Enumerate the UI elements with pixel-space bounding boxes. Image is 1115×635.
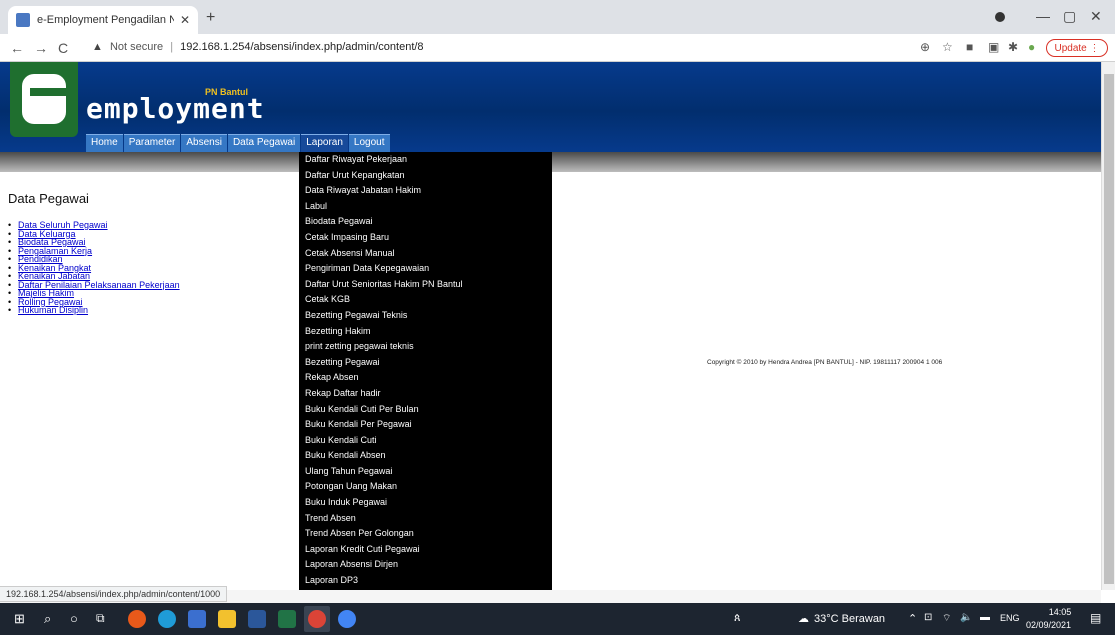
tray-chevron-icon[interactable]: ⌃ [908, 612, 917, 625]
dropdown-item[interactable]: Pengiriman Data Kepegawaian [299, 261, 552, 277]
menu-absensi[interactable]: Absensi [181, 134, 227, 152]
puzzle-icon[interactable]: ✱ [1008, 40, 1018, 54]
new-tab-icon[interactable]: + [206, 9, 215, 27]
dropdown-item[interactable]: Trend Absen [299, 511, 552, 527]
window-close-icon[interactable]: ✕ [1090, 8, 1102, 25]
language-indicator[interactable]: ENG [1000, 613, 1020, 623]
menu-home[interactable]: Home [86, 134, 123, 152]
volume-icon[interactable]: 🔈 [960, 612, 972, 623]
warning-icon: ▲ [92, 41, 103, 53]
main-menu: Home Parameter Absensi Data Pegawai Lapo… [86, 134, 391, 152]
dropdown-item[interactable]: Laporan Absensi Dirjen [299, 557, 552, 573]
logo-e-icon [22, 74, 66, 124]
update-button[interactable]: Update ⋮ [1046, 39, 1108, 57]
cortana-icon[interactable]: ○ [70, 611, 78, 626]
word-icon[interactable] [248, 610, 266, 628]
list-item[interactable]: Hukuman Disiplin [8, 306, 180, 315]
excel-icon[interactable] [278, 610, 296, 628]
dropdown-item[interactable]: Laporan DP3 [299, 573, 552, 589]
back-icon[interactable]: ← [10, 40, 24, 56]
maximize-icon[interactable]: ▢ [1063, 8, 1076, 25]
media-icon[interactable]: ▣ [988, 40, 999, 54]
url-separator: | [170, 41, 174, 53]
laporan-dropdown: Daftar Riwayat Pekerjaan Daftar Urut Kep… [299, 152, 552, 592]
weather-icon[interactable]: ☁ [798, 612, 809, 625]
file-explorer-icon[interactable] [218, 610, 236, 628]
dropdown-item[interactable]: Labul [299, 199, 552, 215]
clock-date[interactable]: 02/09/2021 [1026, 620, 1071, 630]
clock-time[interactable]: 14:05 [1040, 607, 1080, 617]
dropdown-item[interactable]: Daftar Urut Senioritas Hakim PN Bantul [299, 277, 552, 293]
chrome-alt-icon[interactable] [338, 610, 356, 628]
reload-icon[interactable]: C [58, 40, 68, 56]
battery-icon[interactable]: ▬ [980, 612, 990, 623]
task-view-icon[interactable]: ⧉ [96, 611, 105, 626]
zoom-icon[interactable]: ⊕ [920, 40, 930, 54]
brand-subtitle: PN Bantul [205, 87, 249, 97]
dropdown-item[interactable]: Biodata Pegawai [299, 214, 552, 230]
dropdown-item[interactable]: print zetting pegawai teknis [299, 339, 552, 355]
menu-parameter[interactable]: Parameter [123, 134, 181, 152]
tray-app-icon[interactable]: ⊡ [924, 612, 932, 623]
dropdown-item[interactable]: Bezetting Hakim [299, 324, 552, 340]
menu-data-pegawai[interactable]: Data Pegawai [227, 134, 301, 152]
network-icon[interactable]: ⌔ [942, 612, 951, 625]
dropdown-item[interactable]: Buku Kendali Cuti [299, 433, 552, 449]
browser-toolbar: ← → C ▲ Not secure | 192.168.1.254/absen… [0, 34, 1115, 62]
store-icon[interactable] [188, 610, 206, 628]
security-label: Not secure [109, 41, 164, 53]
dropdown-item[interactable]: Data Riwayat Jabatan Hakim [299, 183, 552, 199]
dropdown-item[interactable]: Potongan Uang Makan [299, 479, 552, 495]
update-label: Update [1054, 42, 1087, 54]
dropdown-item[interactable]: Ulang Tahun Pegawai [299, 464, 552, 480]
search-icon[interactable]: ⌕ [44, 611, 51, 627]
minimize-icon[interactable]: — [1036, 8, 1050, 24]
profile-icon[interactable] [995, 12, 1005, 22]
dropdown-item[interactable]: Buku Kendali Per Pegawai [299, 417, 552, 433]
dropdown-item[interactable]: Buku Kendali Absen [299, 448, 552, 464]
scrollbar-thumb[interactable] [1104, 74, 1114, 584]
page-title: Data Pegawai [8, 191, 89, 206]
edge-icon[interactable] [158, 610, 176, 628]
status-url: 192.168.1.254/absensi/index.php/admin/co… [0, 586, 228, 602]
windows-taskbar: ⊞ ⌕ ○ ⧉ ጰ ☁ 33°C Berawan ⌃ ⊡ ⌔ 🔈 ▬ ENG 1… [0, 603, 1115, 635]
site-favicon-icon [16, 13, 30, 27]
tab-title: e-Employment Pengadilan Negeri [37, 14, 174, 26]
dropdown-item[interactable]: Cetak KGB [299, 292, 552, 308]
dropdown-item[interactable]: Buku Kendali Cuti Per Bulan [299, 402, 552, 418]
url-text: 192.168.1.254/absensi/index.php/admin/co… [180, 41, 424, 53]
screen: e-Employment Pengadilan Negeri ✕ + — ▢ ✕… [0, 0, 1115, 635]
firefox-icon[interactable] [128, 610, 146, 628]
account-icon[interactable]: ● [1028, 40, 1035, 54]
forward-icon[interactable]: → [34, 40, 48, 56]
dropdown-item[interactable]: Rekap Absen [299, 370, 552, 386]
windows-start-icon[interactable]: ⊞ [14, 611, 25, 627]
extension-icon[interactable]: ■ [966, 40, 973, 54]
people-icon[interactable]: ጰ [734, 612, 741, 625]
browser-tab[interactable]: e-Employment Pengadilan Negeri ✕ [8, 6, 198, 34]
data-pegawai-list: Data Seluruh Pegawai Data Keluarga Bioda… [8, 221, 180, 315]
close-tab-icon[interactable]: ✕ [180, 13, 190, 27]
chrome-icon[interactable] [308, 610, 326, 628]
dropdown-item[interactable]: Buku Induk Pegawai [299, 495, 552, 511]
dropdown-item[interactable]: Laporan Kredit Cuti Pegawai [299, 542, 552, 558]
vertical-scrollbar[interactable] [1101, 62, 1115, 590]
bookmark-star-icon[interactable]: ☆ [942, 40, 953, 54]
dropdown-item[interactable]: Daftar Urut Kepangkatan [299, 168, 552, 184]
menu-laporan[interactable]: Laporan [301, 134, 348, 152]
notification-icon[interactable]: ▤ [1090, 611, 1101, 625]
dropdown-item[interactable]: Rekap Daftar hadir [299, 386, 552, 402]
dropdown-item[interactable]: Bezetting Pegawai [299, 355, 552, 371]
browser-tabbar: e-Employment Pengadilan Negeri ✕ + — ▢ ✕ [0, 0, 1115, 34]
dropdown-item[interactable]: Cetak Impasing Baru [299, 230, 552, 246]
dropdown-item[interactable]: Daftar Riwayat Pekerjaan [299, 152, 552, 168]
dropdown-item[interactable]: Cetak Absensi Manual [299, 246, 552, 262]
dropdown-item[interactable]: Trend Absen Per Golongan [299, 526, 552, 542]
weather-text[interactable]: 33°C Berawan [814, 613, 885, 625]
address-field[interactable]: ▲ Not secure | 192.168.1.254/absensi/ind… [92, 41, 424, 53]
menu-logout[interactable]: Logout [348, 134, 390, 152]
dropdown-item[interactable]: Bezetting Pegawai Teknis [299, 308, 552, 324]
copyright-text: Copyright © 2010 by Hendra Andrea [PN BA… [707, 359, 943, 366]
